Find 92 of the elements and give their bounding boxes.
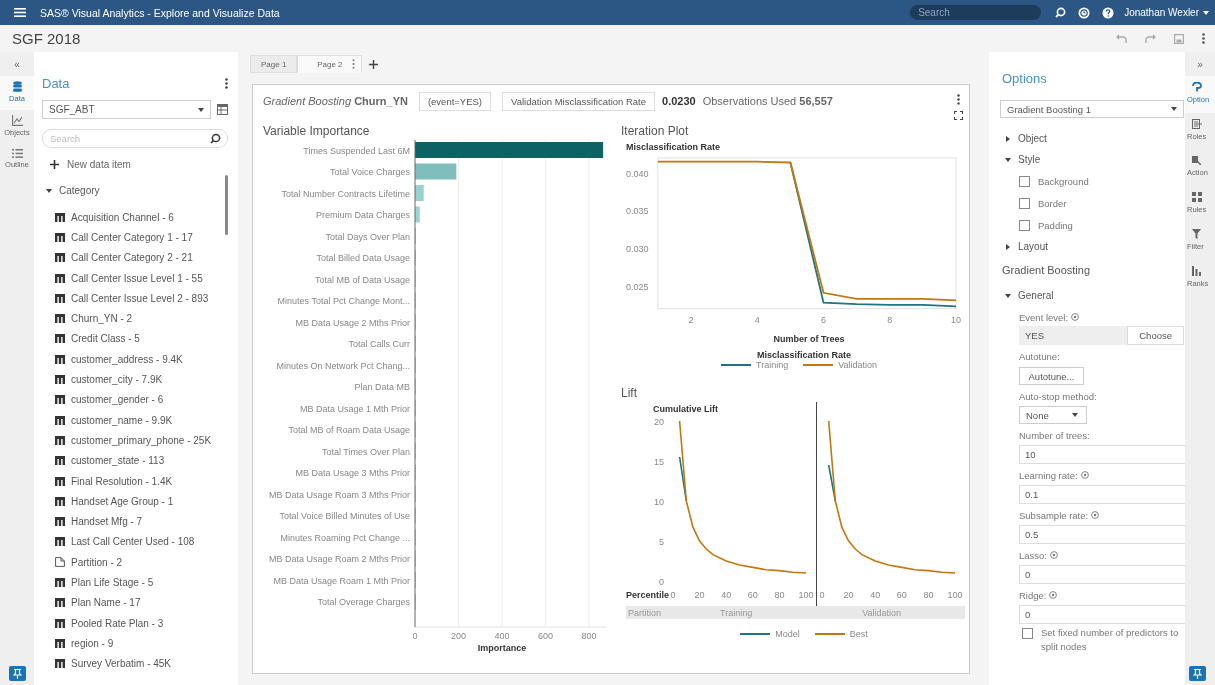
tick-label: 10 [951, 315, 961, 325]
tick-label: 8 [887, 315, 893, 325]
tick-label: 0.025 [626, 281, 649, 292]
tick-label: 2 [688, 315, 694, 325]
field-label: Number of trees: [1019, 429, 1090, 441]
panel-title: Data [42, 75, 70, 91]
section-heading: Gradient Boosting [1002, 264, 1092, 276]
field-label: Lasso: [1019, 549, 1047, 561]
tick-label: 20 [843, 590, 854, 600]
axis-label: Minutes Roaming Pct Change ... [280, 532, 410, 543]
legend-label: Model [775, 629, 800, 639]
field-label: Event level: [1019, 311, 1069, 323]
tick-label: 0 [819, 590, 825, 600]
tick-label: 0 [659, 576, 664, 587]
tick-label: 10 [654, 496, 664, 507]
chart-title: Iteration Plot [621, 124, 690, 140]
tick-label: 40 [870, 590, 881, 600]
axis-label: MB Data Usage 1 Mth Prior [299, 403, 410, 414]
axis-title: Percentile [626, 590, 670, 600]
legend-label: Validation [838, 360, 878, 370]
legend-label: Training [755, 360, 789, 370]
axis-title: Importance [477, 643, 527, 653]
chart-title: Lift [621, 386, 638, 402]
report-title: SGF 2018 [12, 30, 81, 47]
axis-label: Premium Data Charges [315, 210, 410, 220]
partition-name: Validation [862, 607, 902, 618]
panel-title: Options [1002, 71, 1048, 87]
tick-label: 6 [821, 315, 826, 325]
checkbox-label: Set fixed number of predictors to split nodes [1041, 626, 1180, 654]
checkbox-label: Padding [1038, 219, 1073, 231]
tick-label: 0 [670, 590, 676, 600]
tick-label: 20 [654, 416, 664, 427]
tick-label: 0.040 [626, 168, 649, 179]
axis-label: Total Days Over Plan [325, 231, 410, 242]
axis-label: Minutes On Network Pct Chang... [276, 360, 410, 371]
axis-title: Number of Trees [773, 334, 845, 344]
axis-label: Minutes Total Pct Change Mont... [277, 296, 410, 306]
axis-title: Misclassification Rate [626, 142, 721, 152]
tick-label: 4 [754, 315, 760, 325]
axis-label: Total Voice Billed Minutes of Use [279, 511, 410, 521]
model-title: Gradient Boosting Churn_YN [263, 95, 408, 107]
field-label: Learning rate: [1019, 469, 1078, 481]
axis-label: Total Number Contracts Lifetime [281, 188, 410, 199]
chart-title: Variable Importance [263, 124, 371, 140]
tick-label: 600 [538, 631, 553, 641]
tick-label: 0.035 [626, 206, 649, 217]
tick-label: 0.030 [626, 243, 649, 254]
field-label: Autotune: [1019, 350, 1060, 362]
value-field: YES [1019, 330, 1044, 341]
axis-label: MB Data Usage Roam 1 Mth Prior [273, 575, 410, 586]
partition-name: Training [720, 607, 753, 618]
axis-label: Total Billed Data Usage [316, 253, 410, 263]
tick-label: 80 [923, 590, 934, 600]
tick-label: 20 [694, 590, 705, 600]
tick-label: 0 [412, 631, 418, 641]
tick-label: 60 [896, 590, 907, 600]
axis-label: Total Overage Charges [317, 597, 410, 607]
tick-label: 60 [747, 590, 758, 600]
field-label: Subsample rate: [1019, 509, 1089, 521]
statistic-value: 0.0230 [662, 95, 696, 107]
checkbox-label: Background [1038, 175, 1089, 187]
axis-label: Total Times Over Plan [321, 446, 410, 457]
tick-label: 5 [659, 536, 664, 547]
axis-title: Cumulative Lift [653, 404, 718, 414]
partition-label: Partition [628, 607, 662, 618]
axis-label: MB Data Usage Roam 3 Mths Prior [268, 489, 410, 500]
field-label: Ridge: [1019, 589, 1047, 601]
checkbox-label: Border [1038, 197, 1067, 209]
tick-label: 800 [581, 631, 597, 641]
app-title: SAS® Visual Analytics - Explore and Visualize Data [40, 6, 280, 19]
tick-label: 200 [451, 631, 466, 641]
axis-label: MB Data Usage 2 Mths Prior [295, 317, 410, 328]
legend-label: Best [849, 629, 868, 639]
axis-label: Total Voice Charges [329, 167, 410, 177]
axis-label: MB Data Usage 3 Mths Prior [295, 468, 410, 478]
axis-label: MB Data Usage Roam 2 Mths Prior [268, 554, 410, 564]
tick-label: 40 [721, 590, 732, 600]
tick-label: 100 [798, 590, 814, 600]
axis-label: Total MB of Roam Data Usage [288, 425, 410, 435]
axis-label: Times Suspended Last 6M [303, 145, 410, 156]
axis-label: Total MB of Data Usage [314, 274, 410, 285]
event-label: (event=YES) [418, 91, 492, 111]
observations-text: Observations Used 56,557 [702, 95, 833, 107]
tick-label: 100 [947, 590, 963, 600]
legend-title: Misclassification Rate [756, 350, 851, 360]
tick-label: 15 [654, 456, 664, 467]
tick-label: 400 [494, 631, 510, 641]
tick-label: 80 [774, 590, 785, 600]
axis-label: Total Calls Curr [348, 339, 410, 349]
field-label: Auto-stop method: [1019, 390, 1097, 402]
statistic-label: Validation Misclassification Rate [502, 91, 656, 111]
axis-label: Plan Data MB [354, 382, 410, 392]
